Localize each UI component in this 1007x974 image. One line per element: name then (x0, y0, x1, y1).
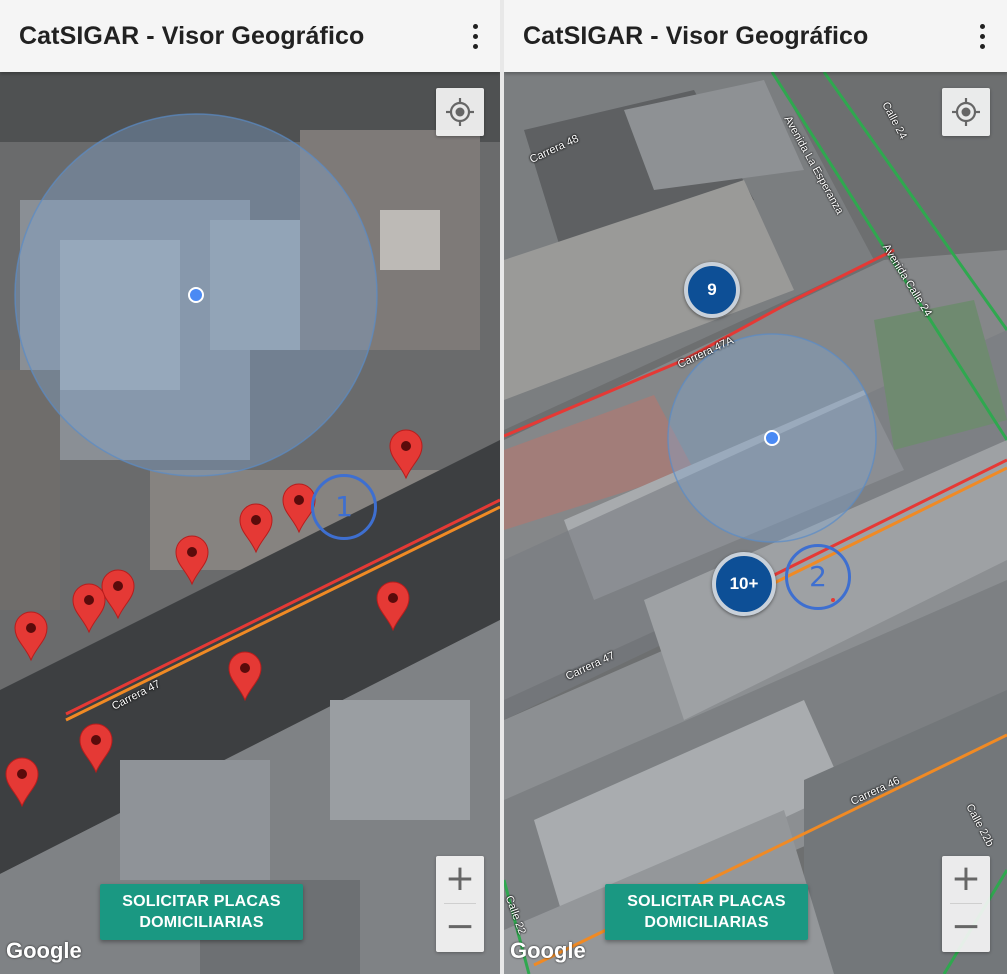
cluster-marker-9[interactable]: 9 (684, 262, 740, 318)
more-vert-icon[interactable] (977, 24, 989, 50)
zoom-in-button[interactable]: + (436, 856, 484, 903)
left-screen: CatSIGAR - Visor Geográfico Carrera 47 1… (0, 0, 500, 974)
map-view[interactable]: Carrera 47 1 (0, 72, 500, 974)
map-view[interactable]: Carrera 48 Avenida La Esperanza Calle 24… (504, 72, 1007, 974)
google-attribution: Google (6, 938, 82, 963)
right-screen: CatSIGAR - Visor Geográfico Carrera 48 A… (504, 0, 1007, 974)
zoom-out-button[interactable]: − (942, 904, 990, 951)
request-plates-button[interactable]: SOLICITAR PLACAS DOMICILIARIAS (100, 884, 303, 940)
zoom-controls: + − (942, 856, 990, 952)
zoom-in-button[interactable]: + (942, 856, 990, 903)
my-location-button[interactable] (942, 88, 990, 136)
app-bar: CatSIGAR - Visor Geográfico (504, 0, 1007, 72)
request-plates-label: SOLICITAR PLACAS DOMICILIARIAS (627, 893, 786, 931)
my-location-icon (952, 98, 980, 126)
zoom-out-button[interactable]: − (436, 904, 484, 951)
my-location-button[interactable] (436, 88, 484, 136)
request-plates-label: SOLICITAR PLACAS DOMICILIARIAS (122, 893, 281, 931)
more-vert-icon[interactable] (470, 24, 482, 50)
zoom-controls: + − (436, 856, 484, 952)
app-title: CatSIGAR - Visor Geográfico (523, 22, 869, 50)
cluster-ring[interactable]: 1 (311, 474, 377, 540)
cluster-marker-10-plus[interactable]: 10+ (712, 552, 776, 616)
app-bar: CatSIGAR - Visor Geográfico (0, 0, 500, 72)
google-attribution: Google (510, 938, 586, 963)
cluster-ring[interactable]: 2 (785, 544, 851, 610)
app-title: CatSIGAR - Visor Geográfico (19, 22, 365, 50)
my-location-icon (446, 98, 474, 126)
satellite-imagery (504, 72, 1007, 974)
satellite-imagery (0, 72, 500, 974)
request-plates-button[interactable]: SOLICITAR PLACAS DOMICILIARIAS (605, 884, 808, 940)
